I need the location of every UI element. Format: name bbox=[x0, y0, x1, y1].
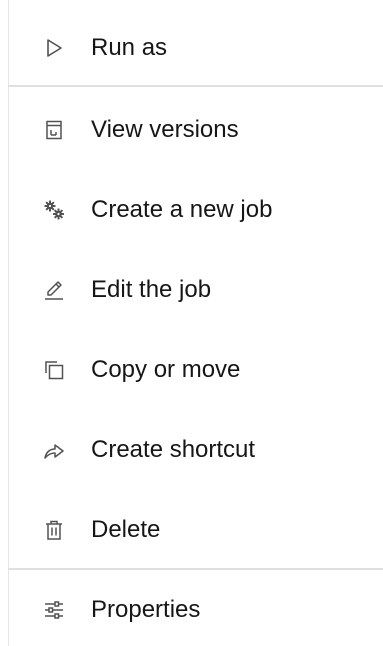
menu-item-copy-or-move[interactable]: Copy or move bbox=[0, 338, 383, 402]
menu-item-view-versions[interactable]: View versions bbox=[0, 98, 383, 162]
copy-icon bbox=[42, 358, 66, 382]
trash-icon bbox=[42, 518, 66, 542]
menu-item-label: Create a new job bbox=[91, 196, 273, 223]
menu-item-run-as[interactable]: Run as bbox=[0, 16, 383, 80]
menu-item-label: Create shortcut bbox=[91, 436, 256, 463]
settings-gears-icon bbox=[42, 198, 66, 222]
versions-icon bbox=[42, 118, 66, 142]
menu-item-delete[interactable]: Delete bbox=[0, 498, 383, 562]
menu-item-label: Delete bbox=[91, 516, 161, 543]
menu-item-label: Edit the job bbox=[91, 276, 212, 303]
menu-item-label: Run as bbox=[91, 34, 168, 61]
menu-item-edit-job[interactable]: Edit the job bbox=[0, 258, 383, 322]
overflow-menu: Run as View versions Create a new job Ed… bbox=[0, 0, 383, 646]
menu-divider bbox=[8, 568, 383, 570]
shortcut-arrow-icon bbox=[42, 438, 66, 462]
menu-item-label: Properties bbox=[91, 596, 201, 623]
menu-item-properties[interactable]: Properties bbox=[0, 578, 383, 642]
menu-item-label: Copy or move bbox=[91, 356, 241, 383]
menu-divider bbox=[8, 85, 383, 87]
sliders-icon bbox=[42, 598, 66, 622]
menu-item-create-new-job[interactable]: Create a new job bbox=[0, 178, 383, 242]
menu-item-create-shortcut[interactable]: Create shortcut bbox=[0, 418, 383, 482]
menu-item-label: View versions bbox=[91, 116, 239, 143]
edit-pencil-icon bbox=[42, 278, 66, 302]
play-outline-icon bbox=[42, 36, 66, 60]
